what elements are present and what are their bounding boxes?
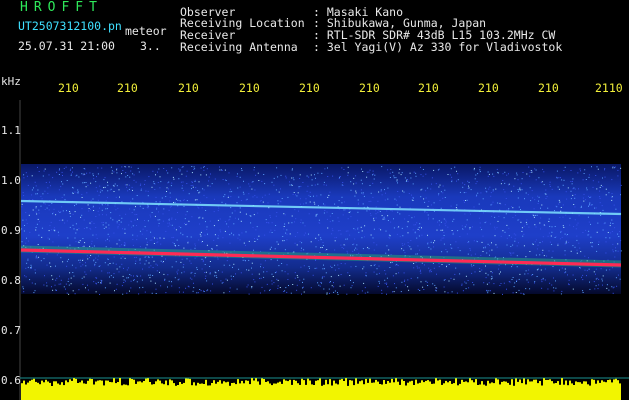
power-histogram <box>21 378 621 400</box>
app-logo: HROFFT <box>20 0 103 15</box>
freq-unit-label: kHz <box>1 75 21 88</box>
time-tick-0: 210 <box>58 81 79 95</box>
time-tick-9: 2110 <box>595 81 623 95</box>
antenna-value: : 3el Yagi(V) Az 330 for Vladivostok <box>313 40 563 54</box>
time-tick-8: 210 <box>538 81 559 95</box>
datetime: 25.07.31 21:00 <box>18 39 115 53</box>
spectrogram-canvas <box>19 100 629 400</box>
noise-band <box>21 164 621 294</box>
mode-label: meteor <box>125 24 167 38</box>
time-tick-5: 210 <box>359 81 380 95</box>
time-tick-3: 210 <box>239 81 260 95</box>
time-tick-6: 210 <box>418 81 439 95</box>
time-tick-4: 210 <box>299 81 320 95</box>
freq-tick-0-6: 0.6 <box>1 374 21 387</box>
freq-tick-0-8: 0.8 <box>1 274 21 287</box>
freq-tick-1-1: 1.1 <box>1 124 21 137</box>
antenna-label: Receiving Antenna <box>180 40 298 54</box>
header: HROFFT UT2507312100.pn meteor 25.07.31 2… <box>0 0 629 62</box>
spectrogram: 1.1 1.0 0.9 0.8 0.7 0.6 <box>0 100 629 400</box>
time-axis: kHz 210 210 210 210 210 210 210 210 210 … <box>0 72 629 100</box>
freq-tick-1-0: 1.0 <box>1 174 21 187</box>
freq-tick-0-7: 0.7 <box>1 324 21 337</box>
time-tick-7: 210 <box>478 81 499 95</box>
counter: 3.. <box>140 39 161 53</box>
time-tick-2: 210 <box>178 81 199 95</box>
time-tick-1: 210 <box>117 81 138 95</box>
file-name: UT2507312100.pn <box>18 19 122 33</box>
freq-tick-0-9: 0.9 <box>1 224 21 237</box>
